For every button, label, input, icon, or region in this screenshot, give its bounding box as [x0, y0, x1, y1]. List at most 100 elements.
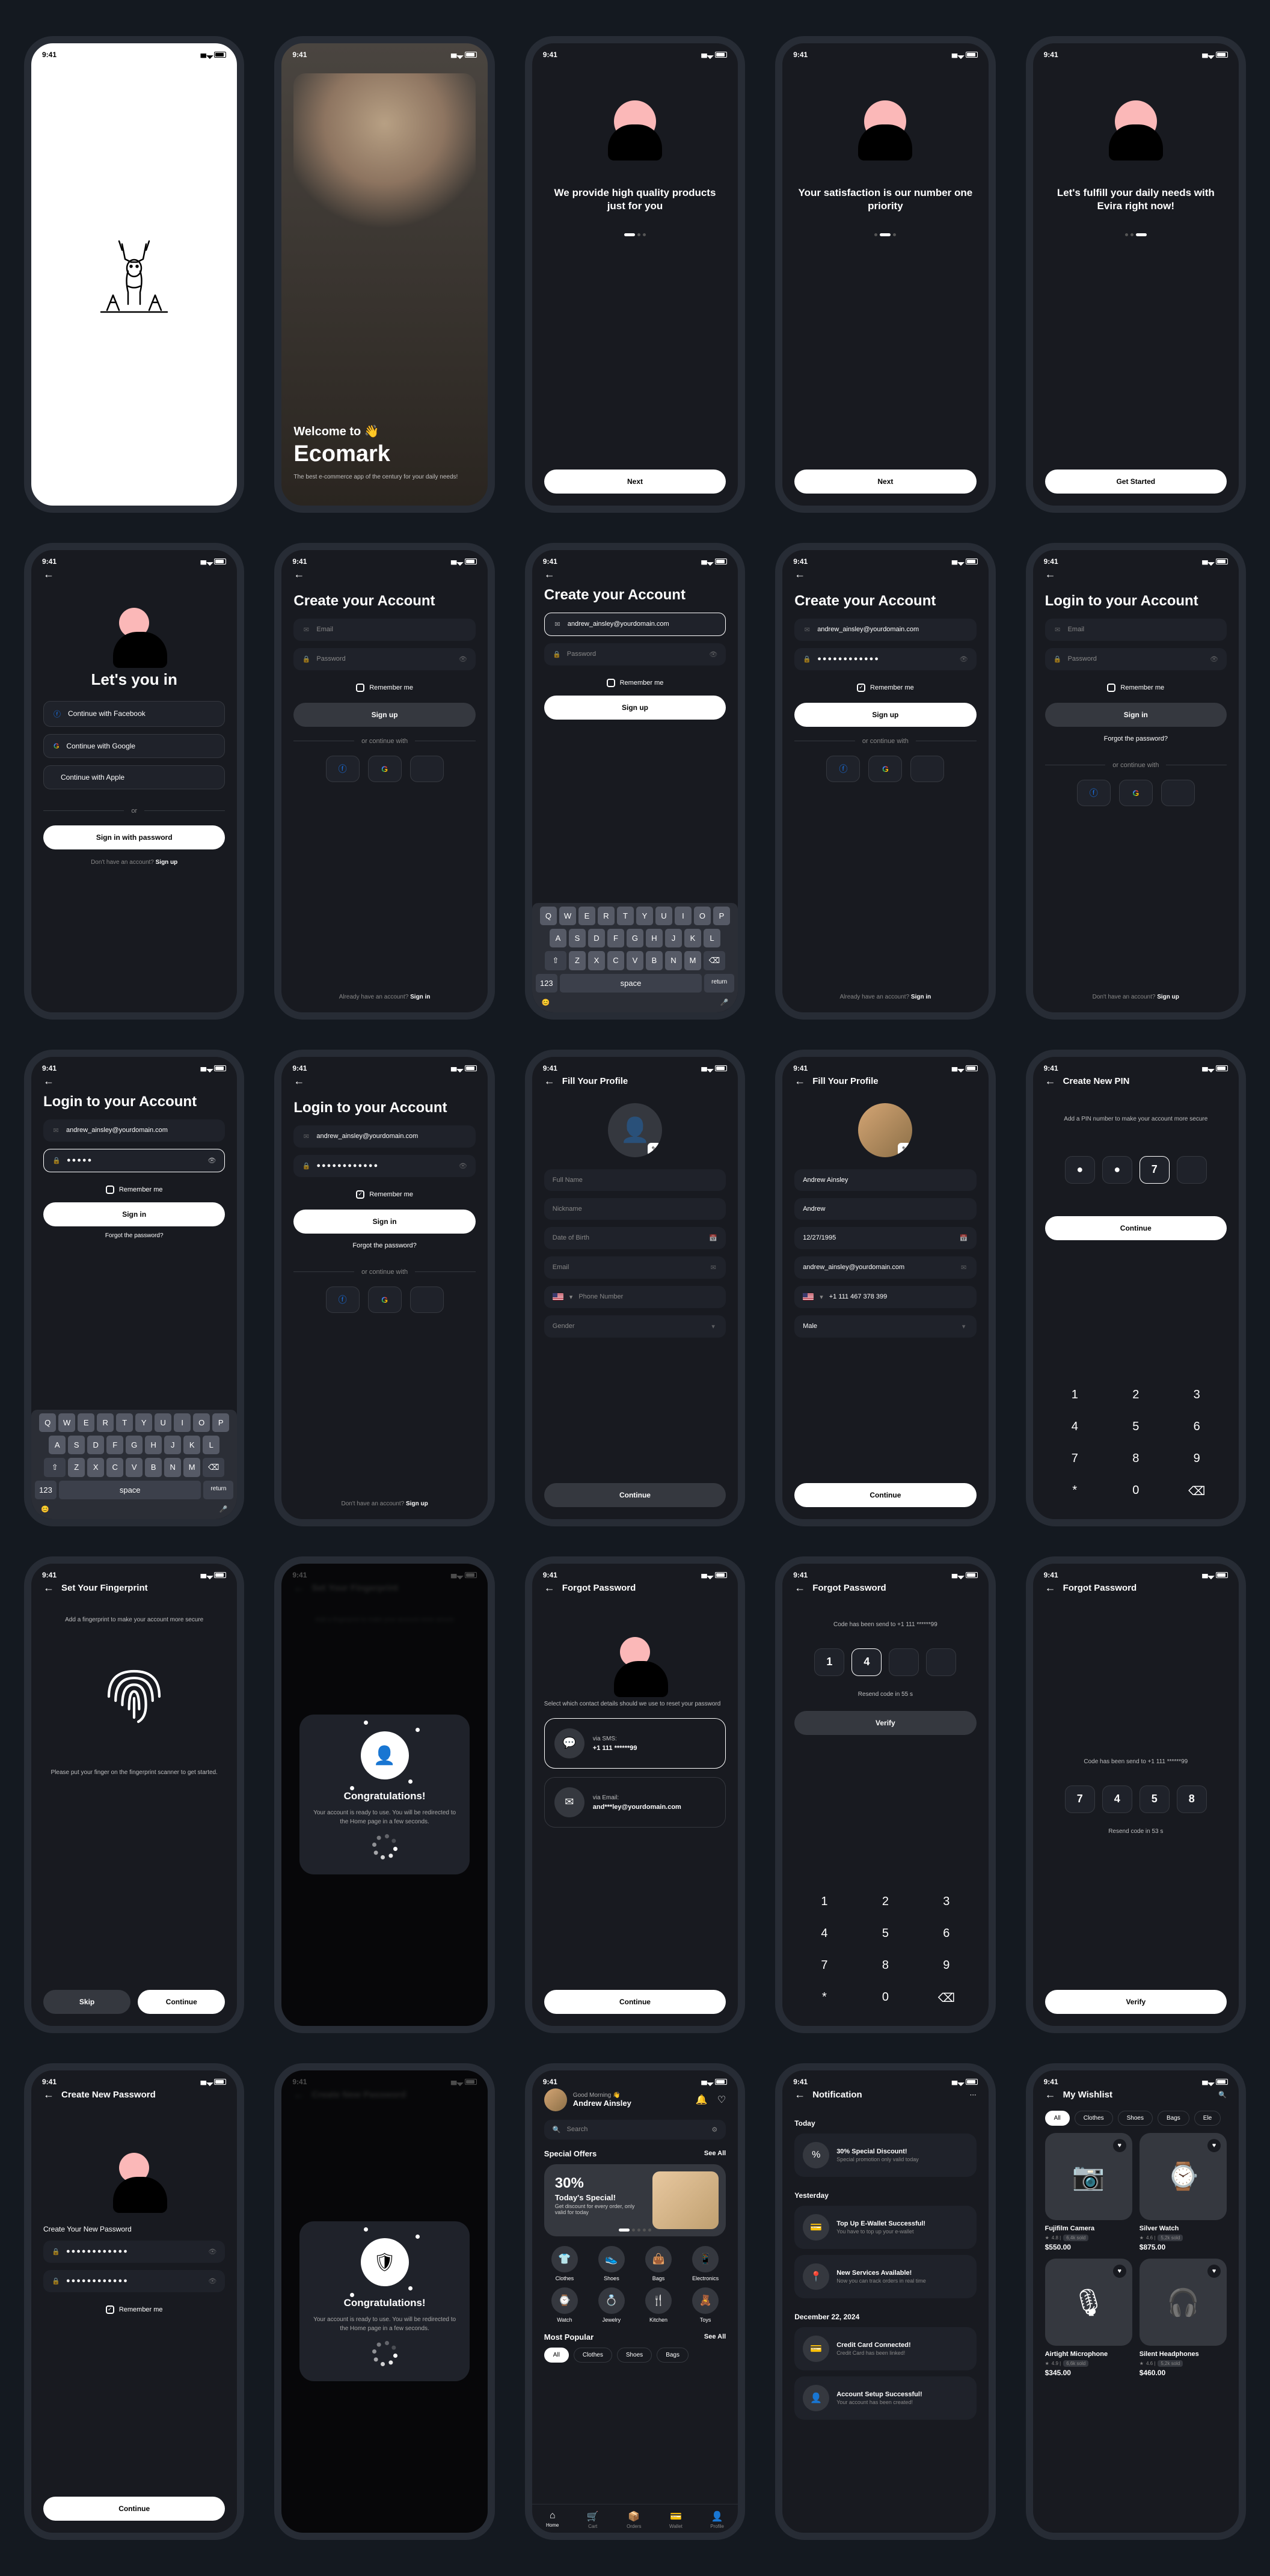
remember-me[interactable]: ✓Remember me	[794, 684, 976, 692]
category-electronics[interactable]: 📱Electronics	[685, 2246, 726, 2281]
remember-me[interactable]: Remember me	[293, 684, 475, 692]
product-card[interactable]: ⌚ Silver Watch ★ 4.6 | 5,2k sold $875.00	[1140, 2133, 1227, 2251]
keypad-⌫[interactable]: ⌫	[916, 1982, 976, 2014]
password-field[interactable]: 🔒Password👁	[544, 643, 726, 665]
product-card[interactable]: 🎧 Silent Headphones ★ 4.6 | 5,2k sold $4…	[1140, 2259, 1227, 2377]
category-watch[interactable]: ⌚Watch	[544, 2287, 585, 2323]
key-L[interactable]: L	[203, 1436, 219, 1454]
password-field[interactable]: 🔒Password👁	[293, 648, 475, 670]
keypad-3[interactable]: 3	[1167, 1380, 1227, 1410]
key-A[interactable]: A	[49, 1436, 66, 1454]
key-N[interactable]: N	[665, 951, 682, 970]
chip-bags[interactable]: Bags	[657, 2348, 689, 2363]
tab-wallet[interactable]: 💳Wallet	[669, 2510, 683, 2529]
key-U[interactable]: U	[155, 1413, 171, 1432]
key-B[interactable]: B	[145, 1458, 162, 1477]
signup-link[interactable]: Don't have an account? Sign up	[43, 859, 225, 866]
category-clothes[interactable]: 👕Clothes	[544, 2246, 585, 2281]
see-all-popular[interactable]: See All	[704, 2333, 726, 2340]
confirm-password-field[interactable]: 🔒●●●●●●●●●●●●👁	[43, 2270, 225, 2292]
key-V[interactable]: V	[126, 1458, 143, 1477]
key-M[interactable]: M	[684, 951, 701, 970]
eye-icon[interactable]: 👁	[709, 650, 717, 658]
otp-input[interactable]: 1 4	[794, 1648, 976, 1676]
otp-input[interactable]: 7 4 5 8	[1045, 1785, 1227, 1813]
phone-field[interactable]: ▾Phone Number	[544, 1286, 726, 1308]
via-email-option[interactable]: ✉ via Email:and***ley@yourdomain.com	[544, 1777, 726, 1828]
signin-password-button[interactable]: Sign in with password	[43, 825, 225, 849]
key-S[interactable]: S	[68, 1436, 85, 1454]
continue-button[interactable]: Continue	[138, 1990, 225, 2014]
apple-button[interactable]	[410, 756, 444, 782]
key-R[interactable]: R	[97, 1413, 114, 1432]
tab-orders[interactable]: 📦Orders	[627, 2510, 641, 2529]
key-S[interactable]: S	[569, 929, 586, 947]
key-G[interactable]: G	[126, 1436, 143, 1454]
key-E[interactable]: E	[578, 907, 595, 925]
notification-item[interactable]: 👤Account Setup Successful!Your account h…	[794, 2376, 976, 2420]
emoji-icon[interactable]: 😊	[542, 999, 550, 1006]
key-W[interactable]: W	[559, 907, 576, 925]
keypad-1[interactable]: 1	[1045, 1380, 1105, 1410]
key-Y[interactable]: Y	[135, 1413, 152, 1432]
forgot-link[interactable]: Forgot the password?	[1045, 735, 1227, 742]
key-Z[interactable]: Z	[68, 1458, 85, 1477]
key-O[interactable]: O	[694, 907, 711, 925]
key-Q[interactable]: Q	[540, 907, 557, 925]
continue-facebook[interactable]: ⓕContinue with Facebook	[43, 701, 225, 727]
back-button[interactable]: ←	[544, 568, 726, 581]
search-icon[interactable]: 🔍	[1218, 2091, 1227, 2099]
keypad-7[interactable]: 7	[1045, 1443, 1105, 1474]
skip-button[interactable]: Skip	[43, 1990, 130, 2014]
bell-icon[interactable]: 🔔	[696, 2094, 708, 2106]
key-R[interactable]: R	[598, 907, 615, 925]
signin-button[interactable]: Sign in	[1045, 703, 1227, 727]
facebook-button[interactable]: ⓕ	[826, 756, 860, 782]
back-button[interactable]: ←	[794, 568, 976, 581]
dob-field[interactable]: Date of Birth📅	[544, 1227, 726, 1249]
heart-icon[interactable]: ♡	[717, 2094, 726, 2106]
keypad-6[interactable]: 6	[1167, 1412, 1227, 1442]
mic-icon[interactable]: 🎤	[720, 999, 728, 1006]
chip-shoes[interactable]: Shoes	[1118, 2111, 1153, 2126]
tab-home[interactable]: ⌂Home	[546, 2510, 559, 2529]
new-password-field[interactable]: 🔒●●●●●●●●●●●●👁	[43, 2241, 225, 2263]
back-button[interactable]: ←	[293, 1075, 475, 1088]
category-jewelry[interactable]: 💍Jewelry	[591, 2287, 632, 2323]
notification-item[interactable]: 💳Credit Card Connected!Credit Card has b…	[794, 2327, 976, 2370]
google-button[interactable]: G	[868, 756, 902, 782]
get-started-button[interactable]: Get Started	[1045, 470, 1227, 494]
chip-clothes[interactable]: Clothes	[1075, 2111, 1113, 2126]
eye-icon[interactable]: 👁	[459, 655, 467, 663]
via-sms-option[interactable]: 💬 via SMS:+1 111 ******99	[544, 1718, 726, 1769]
keypad-0[interactable]: 0	[1106, 1475, 1165, 1507]
next-button[interactable]: Next	[794, 470, 976, 494]
key-Q[interactable]: Q	[39, 1413, 56, 1432]
chip-clothes[interactable]: Clothes	[574, 2348, 612, 2363]
avatar[interactable]	[544, 2088, 567, 2111]
key-F[interactable]: F	[607, 929, 624, 947]
key-I[interactable]: I	[174, 1413, 191, 1432]
category-kitchen[interactable]: 🍴Kitchen	[638, 2287, 679, 2323]
keypad-2[interactable]: 2	[1106, 1380, 1165, 1410]
continue-google[interactable]: GContinue with Google	[43, 734, 225, 758]
key-T[interactable]: T	[116, 1413, 133, 1432]
see-all-offers[interactable]: See All	[704, 2150, 726, 2157]
keypad-⌫[interactable]: ⌫	[1167, 1475, 1227, 1507]
chip-all[interactable]: All	[544, 2348, 569, 2363]
keypad-*[interactable]: *	[794, 1982, 854, 2014]
keypad-3[interactable]: 3	[916, 1886, 976, 1917]
chip-bags[interactable]: Bags	[1158, 2111, 1189, 2126]
continue-button[interactable]: Continue	[544, 1990, 726, 2014]
signup-button[interactable]: Sign up	[293, 703, 475, 727]
key-K[interactable]: K	[684, 929, 701, 947]
key-J[interactable]: J	[164, 1436, 181, 1454]
notification-item[interactable]: 💳Top Up E-Wallet Successful!You have to …	[794, 2206, 976, 2249]
verify-button[interactable]: Verify	[794, 1711, 976, 1735]
password-field[interactable]: 🔒●●●●●👁	[43, 1149, 225, 1172]
keypad-2[interactable]: 2	[856, 1886, 915, 1917]
key-V[interactable]: V	[627, 951, 643, 970]
key-⇧[interactable]: ⇧	[545, 951, 566, 970]
key-⌫[interactable]: ⌫	[203, 1458, 224, 1477]
key-A[interactable]: A	[550, 929, 566, 947]
